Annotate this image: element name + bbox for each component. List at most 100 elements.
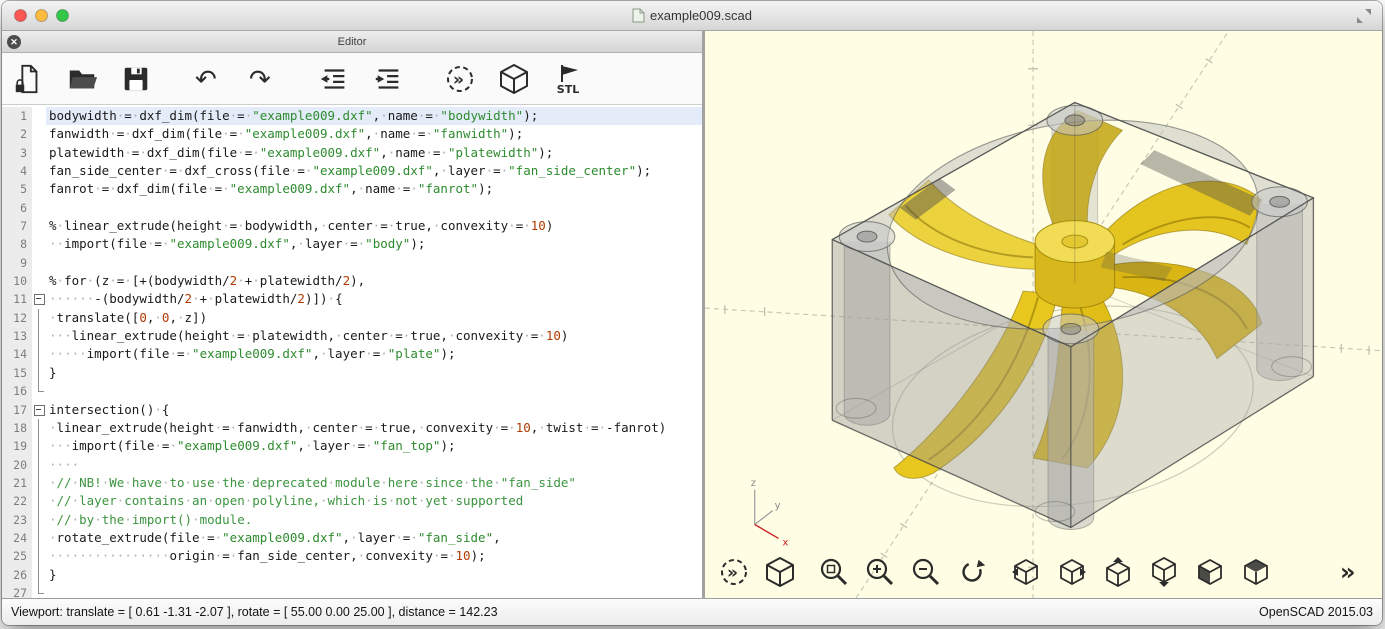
editor-toolbar: ↶ ↷ [2,53,702,105]
indent-icon [372,63,404,95]
code-text: ·//·NB!·We·have·to·use·the·deprecated·mo… [46,474,702,492]
line-number: 23 [2,511,32,529]
indent-button[interactable] [370,60,406,98]
code-line[interactable]: 21 ·//·NB!·We·have·to·use·the·deprecated·… [2,474,702,492]
code-text: ················origin·=·fan_side_center… [46,547,702,565]
code-line[interactable]: 27 [2,584,702,598]
code-text: bodywidth·=·dxf_dim(file·=·"example009.d… [46,107,702,125]
titlebar[interactable]: example009.scad [2,1,1382,31]
line-number: 16 [2,382,32,400]
code-line[interactable]: 2fanwidth·=·dxf_dim(file·=·"example009.d… [2,125,702,143]
fold-marker[interactable] [32,290,46,308]
editor-close-button[interactable]: ✕ [7,35,21,49]
fold-marker [32,584,46,598]
redo-button[interactable]: ↷ [244,60,280,98]
code-line[interactable]: 4fan_side_center·=·dxf_cross(file·=·"exa… [2,162,702,180]
fold-marker [32,272,46,290]
code-line[interactable]: 6 [2,199,702,217]
undo-button[interactable]: ↶ [190,60,226,98]
code-line[interactable]: 19···import(file·=·"example009.dxf",·lay… [2,437,702,455]
line-number: 1 [2,107,32,125]
fold-marker [32,235,46,253]
view-left-button[interactable] [1003,552,1049,592]
code-line[interactable]: 1 bodywidth·=·dxf_dim(file·=·"example009.… [2,107,702,125]
code-line[interactable]: 5fanrot·=·dxf_dim(file·=·"example009.dxf… [2,180,702,198]
fold-marker [32,437,46,455]
render-cube-icon [763,555,797,589]
3d-scene[interactable]: z y x [705,31,1382,598]
fold-marker[interactable] [32,401,46,419]
code-line[interactable]: 20···· [2,456,702,474]
preview-button[interactable]: » [442,60,478,98]
code-line[interactable]: 16 [2,382,702,400]
code-line[interactable]: 15} [2,364,702,382]
preview-icon: » [717,555,751,589]
zoom-all-button[interactable] [811,552,857,592]
code-line[interactable]: 12·translate([0,·0,·z]) [2,309,702,327]
code-line[interactable]: 17intersection()·{ [2,401,702,419]
export-stl-button[interactable]: STL [550,60,586,98]
code-line[interactable]: 7%·linear_extrude(height·=·bodywidth,·ce… [2,217,702,235]
editor-panel-header[interactable]: ✕ Editor [2,31,702,53]
code-text [46,199,702,217]
line-number: 19 [2,437,32,455]
vp-render-button[interactable] [757,552,803,592]
gizmo-z-label: z [751,478,756,489]
view-front-icon [1195,557,1225,587]
zoom-out-button[interactable] [903,552,949,592]
code-text: fanwidth·=·dxf_dim(file·=·"example009.dx… [46,125,702,143]
new-file-button[interactable] [10,60,46,98]
line-number: 21 [2,474,32,492]
code-line[interactable]: 26} [2,566,702,584]
code-line[interactable]: 3platewidth·=·dxf_dim(file·=·"example009… [2,144,702,162]
zoom-button[interactable] [56,9,69,22]
code-line[interactable]: 22 ·//·layer·contains·an·open·polyline,·w… [2,492,702,510]
view-right-icon [1057,557,1087,587]
view-top-button[interactable] [1095,552,1141,592]
view-back-button[interactable] [1233,552,1279,592]
reset-view-button[interactable] [949,552,995,592]
code-line[interactable]: 24·rotate_extrude(file·=·"example009.dxf… [2,529,702,547]
code-line[interactable]: 9 [2,254,702,272]
view-right-button[interactable] [1049,552,1095,592]
code-text: fan_side_center·=·dxf_cross(file·=·"exam… [46,162,702,180]
code-area[interactable]: 1 bodywidth·=·dxf_dim(file·=·"example009.… [2,105,702,598]
render-button[interactable] [496,60,532,98]
viewport-status-text: Viewport: translate = [ 0.61 -1.31 -2.07… [11,605,498,619]
open-button[interactable] [64,60,100,98]
line-number: 7 [2,217,32,235]
code-line[interactable]: 23·//·by·the·import()·module. [2,511,702,529]
vp-preview-button[interactable]: » [711,552,757,592]
line-number: 26 [2,566,32,584]
view-bottom-button[interactable] [1141,552,1187,592]
code-line[interactable]: 13···linear_extrude(height·=·platewidth,… [2,327,702,345]
fullscreen-icon[interactable] [1356,9,1372,23]
code-text [46,382,702,400]
code-line[interactable]: 11······-(bodywidth/2·+·platewidth/2)])·… [2,290,702,308]
code-text: ·rotate_extrude(file·=·"example009.dxf",… [46,529,702,547]
line-number: 20 [2,456,32,474]
minimize-button[interactable] [35,9,48,22]
line-number: 22 [2,492,32,510]
save-button[interactable] [118,60,154,98]
toolbar-more-button[interactable]: » [1326,552,1372,592]
code-line[interactable]: 14·····import(file·=·"example009.dxf",·l… [2,345,702,363]
zoom-in-button[interactable] [857,552,903,592]
code-text: ·//·layer·contains·an·open·polyline,·whi… [46,492,702,510]
openscad-window: example009.scad ✕ Editor [2,1,1382,625]
fold-marker [32,529,46,547]
code-line[interactable]: 18·linear_extrude(height·=·fanwidth,·cen… [2,419,702,437]
close-button[interactable] [14,9,27,22]
code-text: fanrot·=·dxf_dim(file·=·"example009.dxf"… [46,180,702,198]
code-line[interactable]: 8··import(file·=·"example009.dxf",·layer… [2,235,702,253]
code-line[interactable]: 25················origin·=·fan_side_cent… [2,547,702,565]
fold-marker [32,199,46,217]
code-text: intersection()·{ [46,401,702,419]
save-icon [120,63,152,95]
code-text: } [46,566,702,584]
code-line[interactable]: 10%·for·(z·=·[+(bodywidth/2·+·platewidth… [2,272,702,290]
3d-viewport[interactable]: z y x » [705,31,1382,598]
unindent-button[interactable] [316,60,352,98]
traffic-lights [14,1,69,30]
view-front-button[interactable] [1187,552,1233,592]
